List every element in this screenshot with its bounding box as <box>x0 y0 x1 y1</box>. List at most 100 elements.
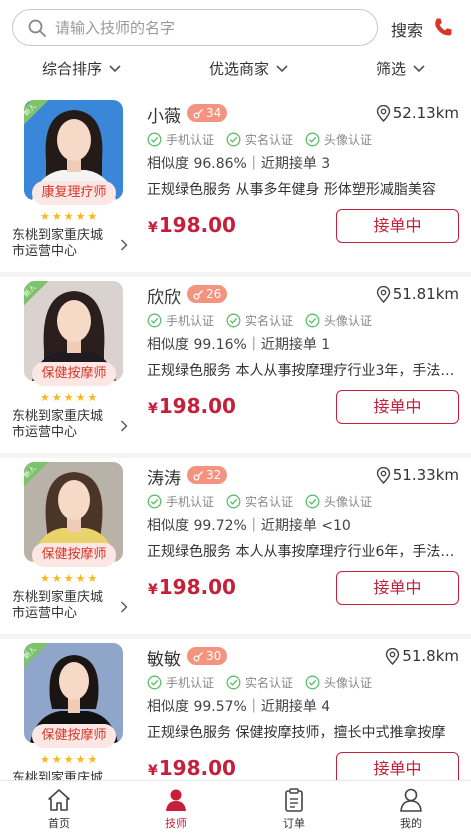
technician-card[interactable]: 新人 保健按摩师 ★★★★★ 东桃到家重庆城市运营中心 欣欣 26 51.81k… <box>0 277 471 453</box>
top-bar: 搜索 综合排序 优选商家 筛选 <box>0 0 471 96</box>
search-button[interactable]: 搜索 <box>391 17 423 41</box>
service-description: 正规绿色服务 从事多年健身 形体塑形减脂美容 <box>147 182 436 198</box>
price: ¥198.00 <box>148 756 236 780</box>
cert-avatar: 头像认证 <box>305 312 372 329</box>
phone-icon[interactable] <box>433 17 453 37</box>
stats-line: 相似度 96.86%｜近期接单 3 <box>147 156 331 172</box>
cert-avatar: 头像认证 <box>305 131 372 148</box>
link-icon <box>193 108 203 119</box>
popularity-badge: 30 <box>187 647 228 665</box>
search-box[interactable] <box>12 9 378 46</box>
cert-phone: 手机认证 <box>147 674 214 691</box>
check-circle-icon <box>147 494 162 509</box>
check-circle-icon <box>147 313 162 328</box>
technician-card[interactable]: 新人 保健按摩师 ★★★★★ 东桃到家重庆城市运营中心 敏敏 30 51.8km… <box>0 639 471 780</box>
technician-name: 欣欣 <box>147 288 181 308</box>
check-circle-icon <box>226 494 241 509</box>
cert-avatar: 头像认证 <box>305 674 372 691</box>
chevron-right-icon[interactable] <box>120 239 128 251</box>
cert-phone: 手机认证 <box>147 131 214 148</box>
service-description: 正规绿色服务 本人从事按摩理疗行业6年，手法专业 <box>147 544 457 560</box>
price: ¥198.00 <box>148 213 236 237</box>
distance: 52.13km <box>376 104 459 122</box>
stats-line: 相似度 99.57%｜近期接单 4 <box>147 699 331 715</box>
chevron-down-icon <box>109 64 121 72</box>
filter-screen[interactable]: 筛选 <box>376 58 426 79</box>
person-icon <box>166 789 186 811</box>
check-circle-icon <box>305 494 320 509</box>
cert-avatar: 头像认证 <box>305 493 372 510</box>
check-circle-icon <box>305 675 320 690</box>
check-circle-icon <box>226 313 241 328</box>
role-tag: 保健按摩师 <box>32 362 116 386</box>
cert-realname: 实名认证 <box>226 493 293 510</box>
cert-list: 手机认证 实名认证 头像认证 <box>147 131 384 148</box>
cert-realname: 实名认证 <box>226 131 293 148</box>
chevron-down-icon <box>276 64 288 72</box>
accepting-orders-button[interactable]: 接单中 <box>336 752 459 780</box>
check-circle-icon <box>147 675 162 690</box>
filter-sort[interactable]: 综合排序 <box>42 58 122 79</box>
tab-mine[interactable]: 我的 <box>381 787 441 831</box>
role-tag: 康复理疗师 <box>32 181 116 205</box>
accepting-orders-button[interactable]: 接单中 <box>336 209 459 243</box>
technician-list: 新人 康复理疗师 ★★★★★ 东桃到家重庆城市运营中心 小薇 34 52.13k… <box>0 96 471 780</box>
store-name[interactable]: 东桃到家重庆城市运营中心 <box>12 228 112 260</box>
filter-merchant[interactable]: 优选商家 <box>209 58 289 79</box>
technician-name: 涛涛 <box>147 469 181 489</box>
store-name[interactable]: 东桃到家重庆城市运营中心 <box>12 409 112 441</box>
tab-home[interactable]: 首页 <box>29 787 89 831</box>
chevron-right-icon[interactable] <box>120 420 128 432</box>
price: ¥198.00 <box>148 394 236 418</box>
popularity-badge: 34 <box>187 104 228 122</box>
tab-orders[interactable]: 订单 <box>264 787 324 831</box>
technician-card[interactable]: 新人 康复理疗师 ★★★★★ 东桃到家重庆城市运营中心 小薇 34 52.13k… <box>0 96 471 272</box>
location-pin-icon <box>376 285 390 303</box>
service-description: 正规绿色服务 本人从事按摩理疗行业3年，手法专业 <box>147 363 457 379</box>
rating-stars: ★★★★★ <box>40 753 100 766</box>
link-icon <box>193 289 203 300</box>
stats-line: 相似度 99.16%｜近期接单 1 <box>147 337 331 353</box>
distance: 51.8km <box>385 647 459 665</box>
check-circle-icon <box>226 675 241 690</box>
store-name[interactable]: 东桃到家重庆城市运营中心 <box>12 590 112 622</box>
stats-line: 相似度 99.72%｜近期接单 <10 <box>147 518 351 534</box>
chevron-down-icon <box>413 64 425 72</box>
distance: 51.81km <box>376 285 459 303</box>
rating-stars: ★★★★★ <box>40 572 100 585</box>
service-description: 正规绿色服务 保健按摩技师，擅长中式推拿按摩 <box>147 725 446 741</box>
check-circle-icon <box>226 132 241 147</box>
rating-stars: ★★★★★ <box>40 391 100 404</box>
tab-technician[interactable]: 技师 <box>146 787 206 831</box>
cert-phone: 手机认证 <box>147 493 214 510</box>
location-pin-icon <box>386 647 400 665</box>
filter-bar: 综合排序 优选商家 筛选 <box>0 58 471 88</box>
technician-card[interactable]: 新人 保健按摩师 ★★★★★ 东桃到家重庆城市运营中心 涛涛 32 51.33k… <box>0 458 471 634</box>
search-icon <box>28 19 46 37</box>
check-circle-icon <box>305 313 320 328</box>
link-icon <box>193 651 203 662</box>
order-icon <box>285 788 303 812</box>
home-icon <box>48 789 70 811</box>
accepting-orders-button[interactable]: 接单中 <box>336 390 459 424</box>
price: ¥198.00 <box>148 575 236 599</box>
popularity-badge: 26 <box>187 285 228 303</box>
store-name[interactable]: 东桃到家重庆城市运营中心 <box>12 771 112 780</box>
user-icon <box>400 788 422 812</box>
accepting-orders-button[interactable]: 接单中 <box>336 571 459 605</box>
cert-list: 手机认证 实名认证 头像认证 <box>147 674 384 691</box>
search-input[interactable] <box>55 18 355 37</box>
popularity-badge: 32 <box>187 466 228 484</box>
cert-list: 手机认证 实名认证 头像认证 <box>147 493 384 510</box>
cert-phone: 手机认证 <box>147 312 214 329</box>
chevron-right-icon[interactable] <box>120 601 128 613</box>
role-tag: 保健按摩师 <box>32 543 116 567</box>
cert-realname: 实名认证 <box>226 312 293 329</box>
rating-stars: ★★★★★ <box>40 210 100 223</box>
check-circle-icon <box>147 132 162 147</box>
bottom-tab-bar: 首页 技师 订单 我的 <box>0 780 471 836</box>
cert-realname: 实名认证 <box>226 674 293 691</box>
location-pin-icon <box>376 104 390 122</box>
technician-name: 敏敏 <box>147 650 181 670</box>
role-tag: 保健按摩师 <box>32 724 116 748</box>
